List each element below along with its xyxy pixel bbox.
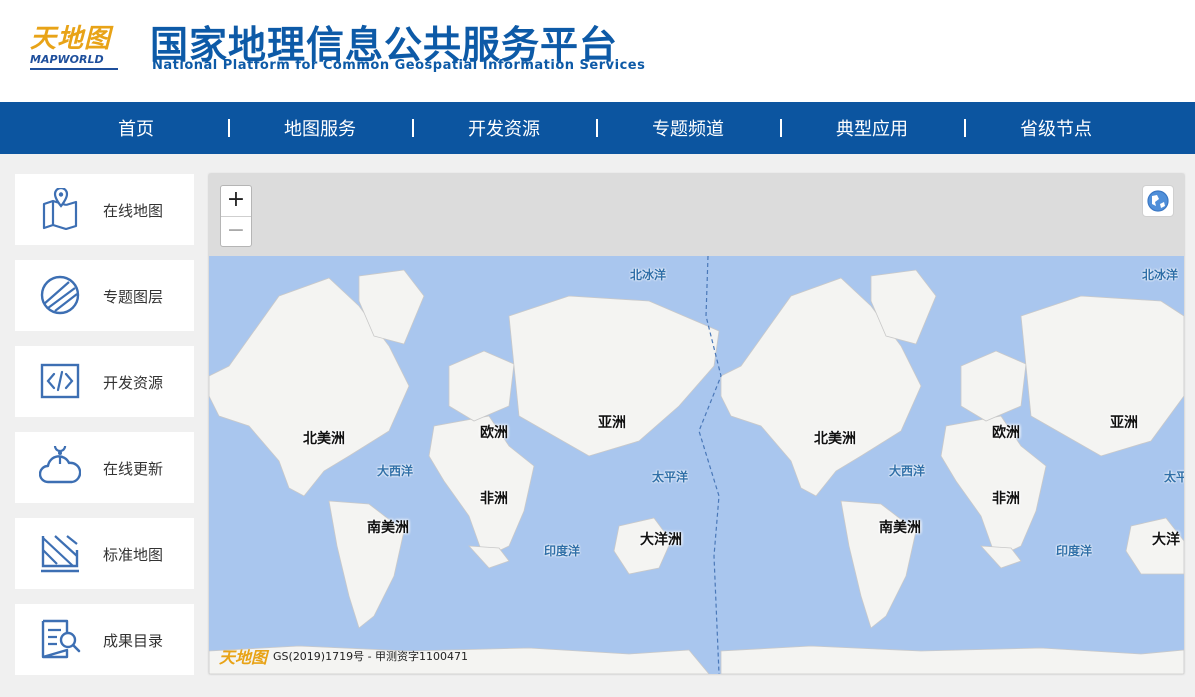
map-label-pacific: 太平 <box>1164 470 1184 484</box>
map-label-indian: 印度洋 <box>1056 544 1093 558</box>
map-label-europe: 欧洲 <box>992 425 1020 441</box>
map-label-south-america: 南美洲 <box>879 520 921 536</box>
sidebar-item-label: 专题图层 <box>103 288 164 306</box>
sidebar-item-label: 在线地图 <box>103 202 164 220</box>
sidebar-item-dev-resources[interactable]: 开发资源 <box>15 346 194 417</box>
site-header: 天地图 MAPWORLD 国家地理信息公共服务平台 National Platf… <box>0 0 1195 102</box>
map-label-atlantic: 大西洋 <box>889 464 926 478</box>
map-label-africa: 非洲 <box>992 491 1020 507</box>
map-label-asia: 亚洲 <box>598 415 626 431</box>
tianditu-logo[interactable]: 天地图 MAPWORLD <box>26 18 126 72</box>
sidebar-item-label: 开发资源 <box>103 374 164 392</box>
world-map-tiles <box>209 256 1184 674</box>
nav-item-provincial-nodes[interactable]: 省级节点 <box>964 115 1148 141</box>
nav-item-map-service[interactable]: 地图服务 <box>228 115 412 141</box>
zoom-in-button[interactable]: + <box>221 186 251 216</box>
dateline <box>698 256 722 674</box>
map-label-north-america: 北美洲 <box>303 431 345 447</box>
site-subtitle: National Platform for Common Geospatial … <box>152 58 646 73</box>
map-label-north-america: 北美洲 <box>814 431 856 447</box>
logo-underline <box>30 68 118 70</box>
logo-en-text: MAPWORLD <box>30 53 104 66</box>
map-viewer[interactable]: 北冰洋 北冰洋 北美洲 北美洲 欧洲 欧洲 亚洲 亚洲 大西洋 大西洋 太平洋 … <box>209 174 1184 674</box>
nav-item-typical-apps[interactable]: 典型应用 <box>780 115 964 141</box>
map-label-asia: 亚洲 <box>1110 415 1138 431</box>
cloud-update-icon <box>39 446 81 484</box>
sidebar-item-label: 标准地图 <box>103 546 164 564</box>
nav-item-topic-channel[interactable]: 专题频道 <box>596 115 780 141</box>
code-icon <box>40 363 80 399</box>
globe-icon <box>1147 190 1169 212</box>
layer-icon <box>40 275 80 315</box>
map-attribution: 天地图 GS(2019)1719号 - 甲测资字1100471 <box>219 644 468 668</box>
map-label-arctic: 北冰洋 <box>1142 268 1179 282</box>
sidebar: 在线地图 专题图层 开发资源 在线更新 标准地图 成果目录 <box>15 174 194 690</box>
map-label-pacific: 太平洋 <box>652 470 689 484</box>
globe-toggle-button[interactable] <box>1142 185 1174 217</box>
map-label-south-america: 南美洲 <box>367 520 409 536</box>
nav-item-home[interactable]: 首页 <box>44 115 228 141</box>
catalog-search-icon <box>41 619 81 659</box>
map-canvas[interactable]: 北冰洋 北冰洋 北美洲 北美洲 欧洲 欧洲 亚洲 亚洲 大西洋 大西洋 太平洋 … <box>209 256 1184 674</box>
logo-cn-text: 天地图 <box>30 24 112 54</box>
standard-map-icon <box>41 535 79 573</box>
sidebar-item-label: 在线更新 <box>103 460 164 478</box>
map-label-indian: 印度洋 <box>544 544 581 558</box>
sidebar-item-standard-map[interactable]: 标准地图 <box>15 518 194 589</box>
map-label-arctic: 北冰洋 <box>630 268 667 282</box>
sidebar-item-catalog[interactable]: 成果目录 <box>15 604 194 675</box>
nav-item-dev-resources[interactable]: 开发资源 <box>412 115 596 141</box>
map-label-africa: 非洲 <box>480 491 508 507</box>
sidebar-item-online-map[interactable]: 在线地图 <box>15 174 194 245</box>
map-pin-icon <box>42 188 78 230</box>
attribution-text: GS(2019)1719号 - 甲测资字1100471 <box>273 650 469 663</box>
map-label-oceania: 大洋洲 <box>640 532 682 548</box>
sidebar-item-thematic-layers[interactable]: 专题图层 <box>15 260 194 331</box>
sidebar-item-label: 成果目录 <box>103 632 164 650</box>
sidebar-item-online-update[interactable]: 在线更新 <box>15 432 194 503</box>
map-label-europe: 欧洲 <box>480 425 508 441</box>
attribution-logo: 天地图 <box>219 648 268 667</box>
zoom-control: + − <box>220 185 252 247</box>
main-nav: 首页 地图服务 开发资源 专题频道 典型应用 省级节点 <box>0 102 1195 154</box>
map-label-atlantic: 大西洋 <box>377 464 414 478</box>
map-top-band <box>209 174 1184 256</box>
zoom-out-button[interactable]: − <box>221 216 251 246</box>
map-label-oceania: 大洋 <box>1152 532 1180 548</box>
